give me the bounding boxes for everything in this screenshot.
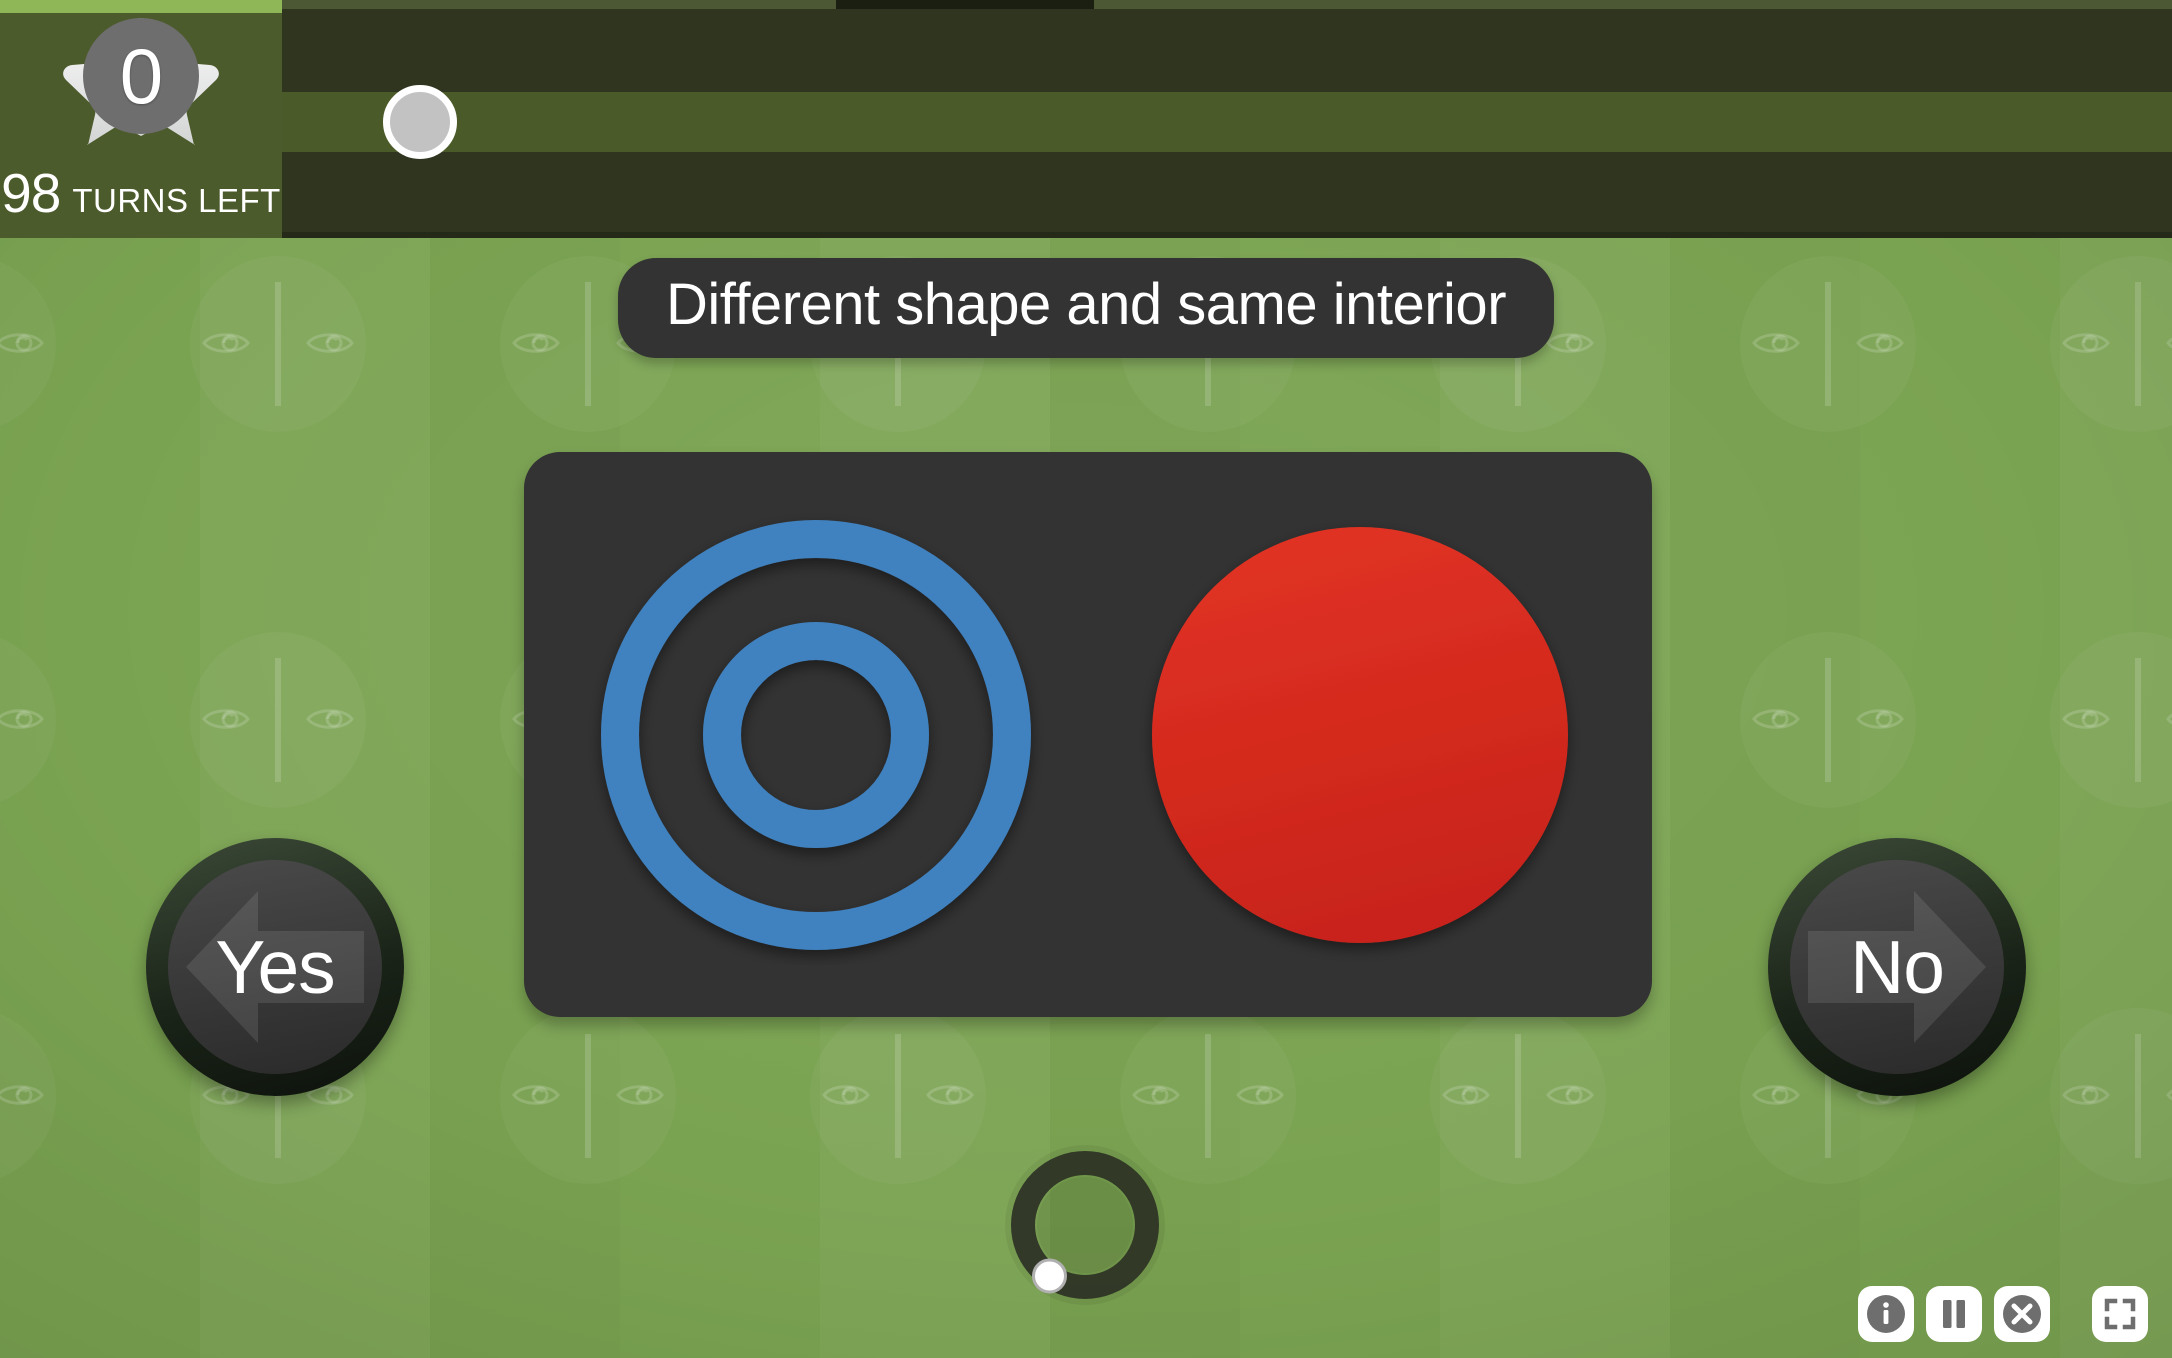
turns-count: 98 — [1, 162, 61, 224]
no-button[interactable]: No — [1768, 838, 2026, 1096]
pause-button[interactable] — [1926, 1286, 1982, 1342]
topbar-cap-segment — [836, 0, 1094, 9]
control-bar — [1858, 1286, 2148, 1342]
score-accent-bar — [0, 0, 282, 13]
yes-button-label: Yes — [215, 925, 335, 1009]
yes-button-face: Yes — [168, 860, 382, 1074]
close-icon — [2003, 1295, 2041, 1333]
blue-double-ring-shape — [586, 505, 1046, 965]
no-button-label: No — [1850, 925, 1945, 1009]
score-panel: 0 98 TURNS LEFT — [0, 0, 282, 238]
fullscreen-button[interactable] — [2092, 1286, 2148, 1342]
prompt-banner: Different shape and same interior — [617, 258, 1555, 358]
info-button[interactable] — [1858, 1286, 1914, 1342]
info-icon — [1867, 1295, 1905, 1333]
topbar-divider — [0, 232, 2172, 238]
pause-icon — [1943, 1300, 1965, 1328]
timer-dial-icon — [1002, 1142, 1168, 1308]
progress-knob[interactable] — [383, 85, 457, 159]
star-value: 0 — [119, 31, 163, 120]
progress-track[interactable] — [240, 92, 2172, 152]
yes-button[interactable]: Yes — [146, 838, 404, 1096]
top-progress-bar — [0, 0, 2172, 238]
close-button[interactable] — [1994, 1286, 2050, 1342]
game-screen: 0 98 TURNS LEFT Different shape and same… — [0, 0, 2172, 1358]
turns-left-display: 98 TURNS LEFT — [0, 166, 282, 221]
no-button-face: No — [1790, 860, 2004, 1074]
red-filled-disc-shape — [1130, 505, 1590, 965]
prompt-text: Different shape and same interior — [665, 272, 1507, 337]
fullscreen-icon — [2104, 1298, 2136, 1330]
shape-comparison-card — [524, 452, 1652, 1017]
turns-label: TURNS LEFT — [72, 182, 281, 219]
